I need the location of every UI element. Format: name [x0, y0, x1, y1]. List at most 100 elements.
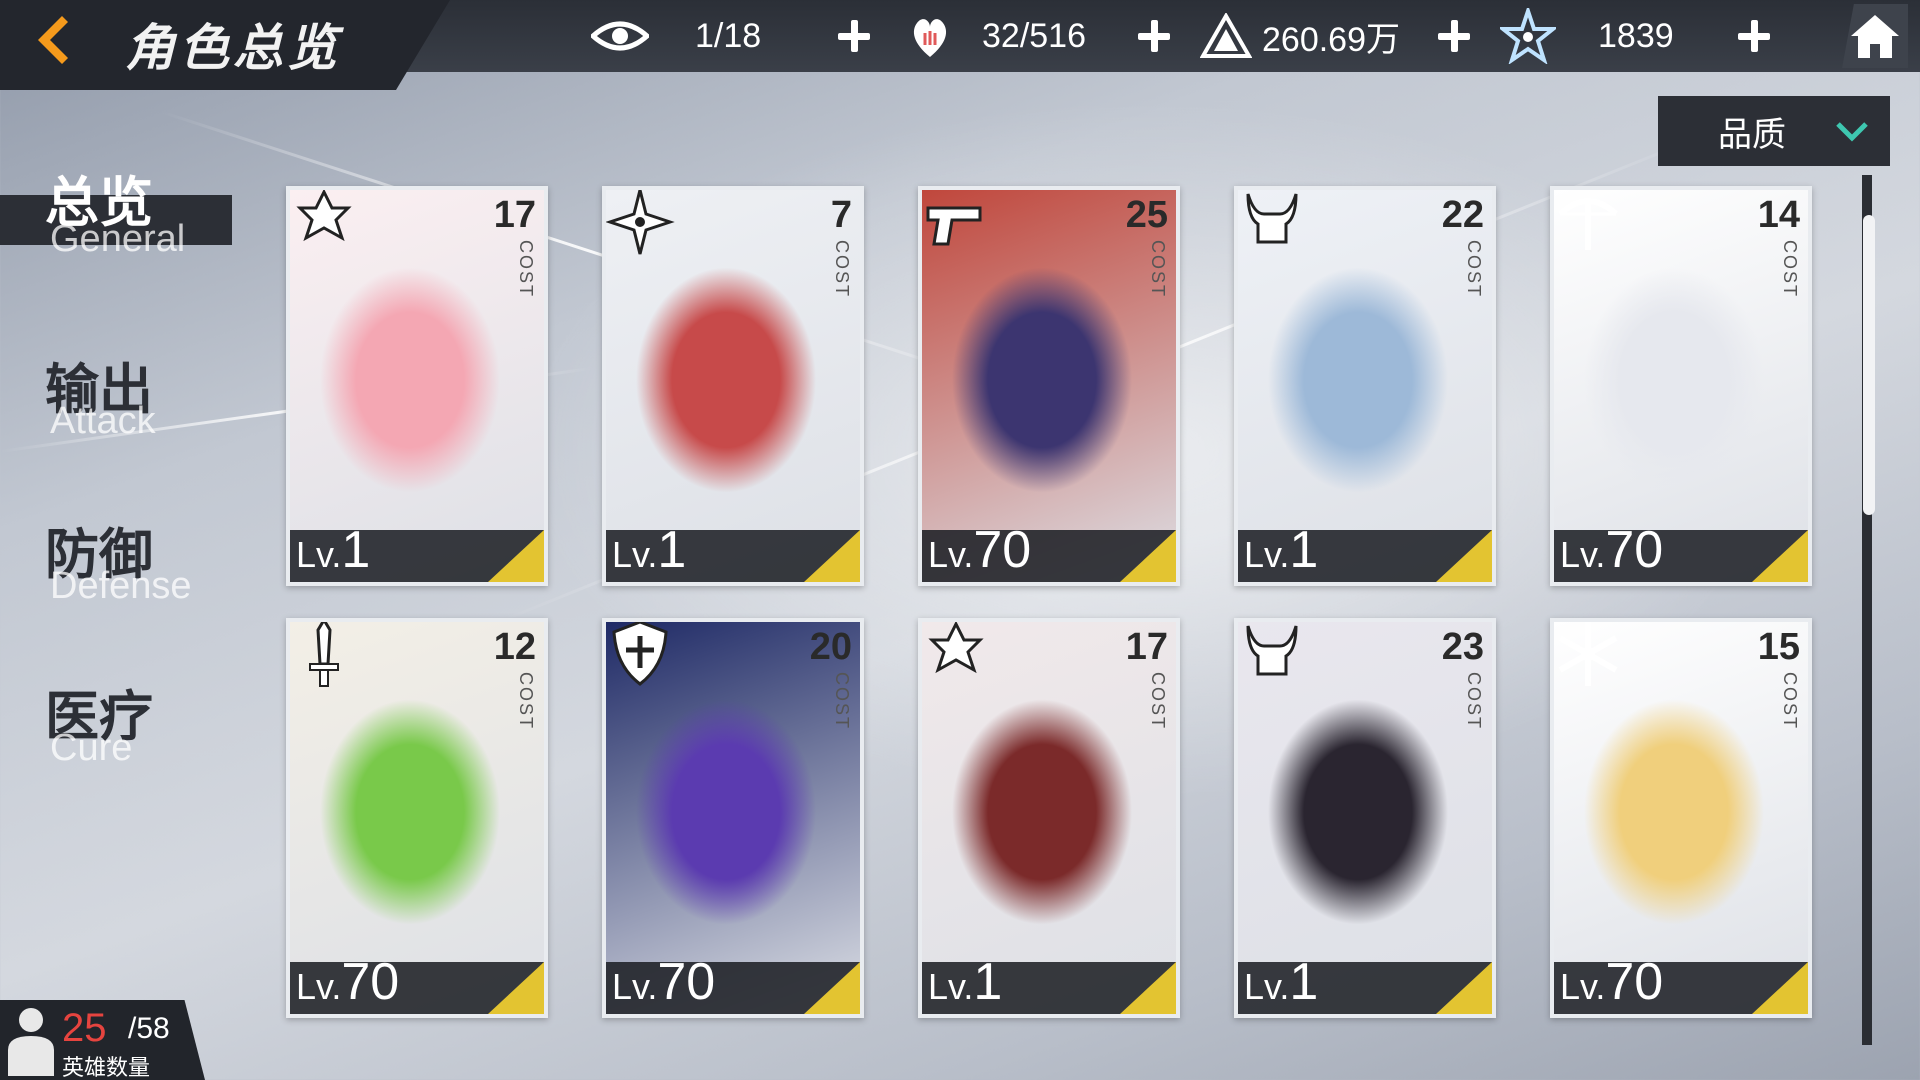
level-accent — [804, 530, 860, 582]
character-card[interactable]: 25 COST Lv.70 — [918, 186, 1180, 586]
eye-icon — [590, 6, 650, 66]
chevron-down-icon — [1836, 122, 1868, 142]
level-prefix: Lv. — [612, 534, 658, 575]
category-attack[interactable]: 输出 Attack — [0, 340, 260, 450]
resource-value: 260.69万 — [1262, 20, 1400, 59]
level-bar: Lv.1 — [290, 521, 544, 582]
level-value: 70 — [1605, 521, 1664, 579]
character-card[interactable]: 20 COST Lv.70 — [602, 618, 864, 1018]
level-bar: Lv.70 — [606, 953, 860, 1014]
cost-value: 22 — [1441, 194, 1484, 236]
level-value: 1 — [1289, 521, 1319, 579]
sort-label: 品质 — [1718, 115, 1786, 154]
level-accent — [1752, 962, 1808, 1014]
category-cure[interactable]: 医疗 Cure — [0, 667, 260, 777]
level-bar: Lv.1 — [606, 521, 860, 582]
level-text: Lv.1 — [612, 520, 686, 580]
category-defense[interactable]: 防御 Defense — [0, 505, 260, 615]
hero-count-label: 英雄数量 — [62, 1055, 151, 1080]
horned-skull-icon — [1246, 193, 1298, 244]
resource-slot: 1/18 — [590, 0, 761, 72]
triangle-coin-icon — [1196, 6, 1256, 66]
character-card[interactable]: 22 COST Lv.1 — [1234, 186, 1496, 586]
cost-value: 25 — [1125, 194, 1168, 236]
character-card[interactable]: 12 COST Lv.70 — [286, 618, 548, 1018]
character-card[interactable]: 17 COST Lv.1 — [918, 618, 1180, 1018]
cost-value: 14 — [1757, 194, 1800, 236]
plus-button[interactable] — [832, 14, 876, 58]
level-bar: Lv.1 — [1238, 521, 1492, 582]
cost-label: COST — [1148, 672, 1168, 731]
plus-button[interactable] — [1732, 14, 1776, 58]
cost-label: COST — [832, 672, 852, 731]
shuriken-icon — [606, 190, 675, 255]
character-card[interactable]: 23 COST Lv.1 — [1234, 618, 1496, 1018]
cost-label: COST — [1464, 672, 1484, 731]
cost-value: 7 — [830, 194, 852, 236]
level-text: Lv.1 — [928, 952, 1002, 1012]
resource-value: 1/18 — [695, 16, 762, 55]
level-prefix: Lv. — [612, 966, 658, 1007]
top-bar: 角色总览 1/18 32/516 260.69万 1839 — [0, 0, 1920, 90]
hero-count-panel: 25 /58 英雄数量 — [0, 1000, 205, 1080]
cost-label: COST — [516, 240, 536, 299]
character-card[interactable]: 14 COST Lv.70 — [1550, 186, 1812, 586]
level-bar: Lv.70 — [1554, 953, 1808, 1014]
sort-dropdown[interactable]: 品质 — [1658, 96, 1890, 166]
crossbow-icon — [1557, 198, 1619, 250]
level-prefix: Lv. — [928, 534, 974, 575]
level-prefix: Lv. — [1560, 966, 1606, 1007]
sword-icon — [309, 622, 339, 687]
crest-icon — [296, 190, 352, 242]
level-value: 1 — [657, 521, 687, 579]
cost-label: COST — [1464, 240, 1484, 299]
character-card[interactable]: 17 COST Lv.1 — [286, 186, 548, 586]
level-accent — [488, 530, 544, 582]
cost-value: 17 — [1125, 626, 1168, 668]
heart-hand-icon — [900, 6, 960, 66]
level-prefix: Lv. — [1560, 534, 1606, 575]
category-general[interactable]: 总览 General — [0, 0, 260, 260]
resource-slot: 260.69万 — [1196, 0, 1400, 72]
category-label-en: Cure — [50, 727, 133, 769]
resource-value: 1839 — [1598, 16, 1674, 55]
level-value: 70 — [341, 953, 400, 1011]
category-label-en: General — [50, 218, 186, 260]
level-text: Lv.70 — [296, 952, 399, 1012]
snowflake-icon — [1558, 622, 1618, 686]
level-text: Lv.70 — [928, 520, 1031, 580]
resource-slot: 1839 — [1498, 0, 1674, 72]
level-accent — [804, 962, 860, 1014]
character-card[interactable]: 7 COST Lv.1 — [602, 186, 864, 586]
person-icon — [8, 1008, 54, 1076]
star-crystal-icon — [1498, 6, 1558, 66]
level-value: 70 — [657, 953, 716, 1011]
plus-button[interactable] — [1132, 14, 1176, 58]
category-label-en: Attack — [50, 400, 156, 442]
level-prefix: Lv. — [1244, 534, 1290, 575]
plus-button[interactable] — [1432, 14, 1476, 58]
cost-label: COST — [1780, 672, 1800, 731]
level-text: Lv.1 — [296, 520, 370, 580]
scrollbar-thumb[interactable] — [1863, 215, 1875, 515]
level-text: Lv.70 — [1560, 952, 1663, 1012]
resource-value: 32/516 — [982, 16, 1086, 55]
level-bar: Lv.70 — [290, 953, 544, 1014]
cost-label: COST — [832, 240, 852, 299]
level-prefix: Lv. — [1244, 966, 1290, 1007]
cost-label: COST — [1780, 240, 1800, 299]
level-text: Lv.1 — [1244, 520, 1318, 580]
level-bar: Lv.70 — [922, 521, 1176, 582]
level-accent — [1436, 530, 1492, 582]
level-value: 1 — [341, 521, 371, 579]
hero-count-current: 25 — [62, 1006, 107, 1050]
character-card[interactable]: 15 COST Lv.70 — [1550, 618, 1812, 1018]
level-bar: Lv.70 — [1554, 521, 1808, 582]
cost-label: COST — [516, 672, 536, 731]
level-accent — [1752, 530, 1808, 582]
cost-label: COST — [1148, 240, 1168, 299]
horned-skull-icon — [1246, 625, 1298, 676]
home-button[interactable] — [1842, 4, 1908, 68]
pistol-icon — [926, 206, 982, 246]
cost-value: 20 — [809, 626, 852, 668]
